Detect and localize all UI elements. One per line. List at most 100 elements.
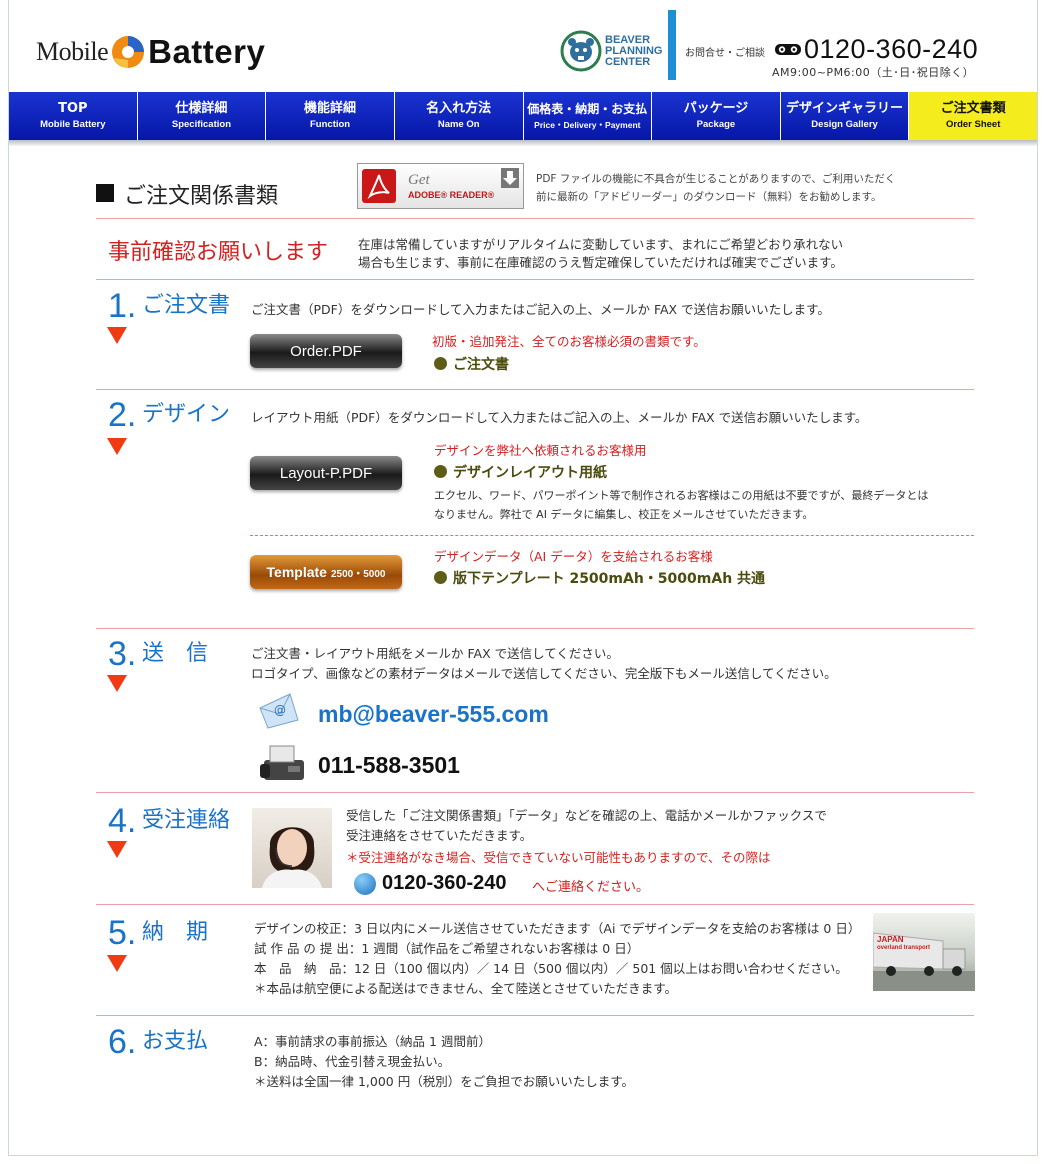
truck-text: JAPAN: [877, 935, 904, 944]
precheck-title: 事前確認お願いします: [108, 240, 329, 265]
payment-line: B：納品時、代金引替え現金払い。: [254, 1054, 451, 1069]
bullet-icon: [434, 571, 447, 584]
nav-label: TOP: [58, 101, 88, 116]
contact-phone-number[interactable]: 0120-360-240: [382, 872, 507, 895]
description-line: エクセル、ワード、パワーポイント等で制作されるお客様はこの用紙は不要ですが、最終…: [434, 489, 929, 502]
delivery-line: デザインの校正：3 日以内にメール送信させていただきます（Ai でデザインデータ…: [254, 921, 861, 936]
label-text: 版下テンプレート 2500mAh・5000mAh 共通: [453, 571, 766, 587]
layout-form-label: デザインレイアウト用紙: [434, 463, 607, 483]
nav-label: 価格表・納期・お支払: [527, 102, 648, 116]
bpc-line: CENTER: [605, 55, 651, 68]
beaver-icon: [560, 30, 602, 72]
step-number: 3.: [108, 635, 137, 673]
nav-shadow: [9, 140, 1037, 146]
step-number: 2.: [108, 396, 137, 434]
nav-order-sheet[interactable]: ご注文書類 Order Sheet: [909, 92, 1037, 140]
mobile-battery-logo[interactable]: Mobile Battery: [36, 30, 265, 74]
get-adobe-reader-button[interactable]: Get ADOBE® READER®: [357, 163, 524, 209]
precheck-line: 在庫は常備していますがリアルタイムに変動しています、まれにご希望どおり承れない: [358, 237, 844, 252]
nav-top[interactable]: TOP Mobile Battery: [9, 92, 138, 140]
nav-sub-label: Function: [310, 119, 351, 130]
nav-sub-label: Specification: [171, 119, 231, 130]
payment-line: ＊送料は全国一律 1,000 円（税別）をご負担でお願いいたします。: [254, 1074, 634, 1089]
nav-label: ご注文書類: [940, 101, 1006, 116]
nav-price-delivery-payment[interactable]: 価格表・納期・お支払 Price・Delivery・Payment: [523, 92, 653, 140]
confirm-line: 受注連絡をさせていただきます。: [346, 828, 533, 843]
down-arrow-icon: [107, 675, 127, 692]
precheck-line: 場合も生じます、事前に在庫確認のうえ暫定確保していただければ確実でございます。: [358, 255, 843, 270]
contact-label: お問合せ・ご相談: [685, 48, 765, 59]
nav-design-gallery[interactable]: デザインギャラリー Design Gallery: [780, 92, 910, 140]
beaver-planning-center-logo[interactable]: BEAVER PLANNING CENTER: [560, 30, 662, 72]
header-phone-number[interactable]: 0120-360-240: [804, 34, 978, 65]
nav-sub-label: Design Gallery: [811, 119, 878, 130]
bpc-line: BEAVER: [605, 33, 651, 46]
order-form-label: ご注文書: [434, 355, 509, 375]
delivery-line: ＊本品は航空便による配送はできません、全て陸送とさせていただきます。: [254, 981, 678, 996]
nav-label: パッケージ: [683, 101, 749, 116]
page-title: ご注文関係書類: [124, 184, 279, 209]
order-pdf-button[interactable]: Order.PDF: [250, 334, 402, 368]
send-line: ご注文書・レイアウト用紙をメールか FAX で送信してください。: [251, 646, 619, 661]
nav-package[interactable]: パッケージ Package: [652, 92, 781, 140]
delivery-line: 試 作 品 の 提 出：1 週間（試作品をご希望されないお客様は 0 日）: [254, 941, 640, 956]
section-title: 送 信: [142, 641, 209, 666]
pdf-note: PDF ファイルの機能に不具合が生じることがありますので、ご利用いただく 前に最…: [536, 170, 895, 206]
truck-text: overland transport: [877, 945, 931, 951]
payment-line: A：事前請求の事前振込（納品 1 週間前）: [254, 1034, 491, 1049]
nav-label: デザインギャラリー: [786, 101, 904, 116]
bullet-icon: [434, 357, 447, 370]
label-text: ご注文書: [453, 357, 509, 373]
section-text: レイアウト用紙（PDF）をダウンロードして入力またはご記入の上、メールか FAX…: [251, 410, 868, 425]
divider: [96, 218, 974, 219]
business-hours: AM9:00~PM6:00（土･日･祝日除く）: [772, 66, 975, 79]
divider: [96, 904, 974, 905]
order-note: 初版・追加発注、全てのお客様必須の書類です。: [432, 334, 706, 349]
section-title: 受注連絡: [142, 808, 231, 833]
phone-icon: [354, 873, 376, 895]
divider: [96, 1015, 974, 1016]
precheck-text: 在庫は常備していますがリアルタイムに変動しています、まれにご希望どおり承れない …: [358, 236, 843, 272]
section-title: デザイン: [142, 402, 231, 427]
step-number: 6.: [108, 1023, 137, 1061]
nav-name-on[interactable]: 名入れ方法 Name On: [394, 92, 524, 140]
divider: [96, 628, 974, 629]
layout-description: エクセル、ワード、パワーポイント等で制作されるお客様はこの用紙は不要ですが、最終…: [434, 486, 928, 524]
template-label: 版下テンプレート 2500mAh・5000mAh 共通: [434, 569, 765, 589]
email-icon: @: [259, 693, 299, 729]
layout-pdf-button[interactable]: Layout-P.PDF: [250, 456, 402, 490]
pdf-note-line: PDF ファイルの機能に不具合が生じることがありますので、ご利用いただく: [536, 173, 896, 185]
divider: [96, 792, 974, 793]
step-number: 4.: [108, 802, 137, 840]
download-arrow-icon: [501, 168, 519, 188]
send-text: ご注文書・レイアウト用紙をメールか FAX で送信してください。 ロゴタイプ、画…: [251, 644, 837, 684]
pdf-icon: [362, 169, 396, 203]
main-nav: TOP Mobile Battery 仕様詳細 Specification 機能詳細…: [9, 92, 1037, 140]
confirm-text: 受信した「ご注文関係書類」「データ」などを確認の上、電話かメールかファックスで …: [346, 806, 827, 846]
step-number: 1.: [108, 287, 137, 325]
template-button[interactable]: Template 2500・5000: [250, 555, 402, 589]
fax-machine-icon: [260, 745, 304, 780]
bpc-line: PLANNING: [605, 44, 663, 57]
nav-specification[interactable]: 仕様詳細 Specification: [137, 92, 267, 140]
divider: [96, 389, 974, 390]
send-line: ロゴタイプ、画像などの素材データはメールで送信してください、完全版下もメール送信…: [251, 666, 837, 681]
divider: [96, 279, 974, 280]
nav-sub-label: Name On: [437, 119, 480, 130]
title-bullet: [96, 184, 114, 202]
adobe-reader-text: ADOBE® READER®: [408, 190, 495, 200]
email-link[interactable]: mb@beaver-555.com: [318, 701, 549, 728]
logo-battery-text: Battery: [148, 33, 266, 70]
adobe-get-text: Get: [408, 172, 430, 188]
dashed-divider: [250, 535, 974, 536]
delivery-line: 本 品 納 品：12 日（100 個以内）／ 14 日（500 個以内）／ 50…: [254, 961, 848, 976]
down-arrow-icon: [107, 955, 127, 972]
svg-text:@: @: [274, 703, 286, 717]
nav-label: 機能詳細: [304, 101, 357, 116]
phone-suffix: へご連絡ください。: [532, 880, 650, 895]
description-line: なりません。弊社で AI データに編集し、校正をメールさせていただきます。: [434, 508, 814, 521]
down-arrow-icon: [107, 841, 127, 858]
template-button-label: Template: [266, 564, 327, 580]
nav-function[interactable]: 機能詳細 Function: [266, 92, 395, 140]
logo-mobile-text: Mobile: [36, 37, 109, 66]
